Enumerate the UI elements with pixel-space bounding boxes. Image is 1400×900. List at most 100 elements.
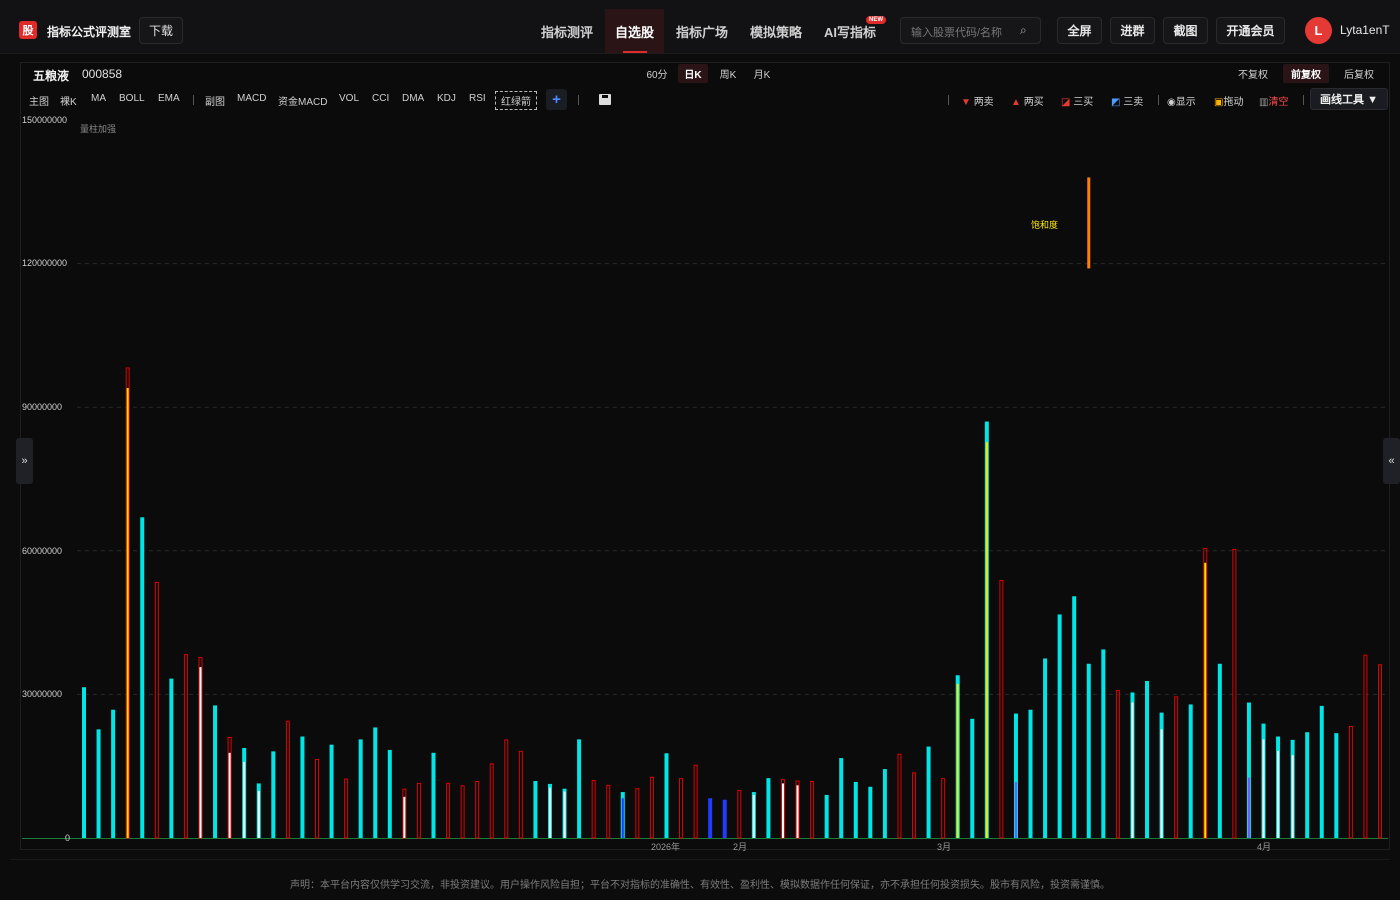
volume-bar (314, 758, 319, 839)
volume-bar-inner (781, 783, 784, 838)
volume-bar (475, 781, 480, 839)
volume-bar-inner (257, 791, 260, 838)
y-tick-label: 30000000 (22, 689, 63, 699)
volume-bar (154, 581, 159, 839)
volume-bar (533, 781, 538, 838)
volume-bar-inner (1131, 702, 1134, 838)
x-tick-label: 2月 (733, 842, 748, 852)
volume-bar (213, 705, 218, 838)
spike-bar (1087, 177, 1091, 269)
volume-bar (1378, 664, 1382, 839)
volume-bar (606, 784, 611, 839)
volume-bar (766, 778, 771, 838)
disclaimer: 声明：本平台内容仅供学习交流，非投资建议。用户操作风险自担；平台不对指标的准确性… (290, 880, 1110, 891)
y-tick-label: 150000000 (22, 115, 68, 125)
volume-bar (1363, 654, 1368, 839)
volume-bar (111, 709, 116, 838)
volume-bar-inner (243, 761, 246, 838)
volume-bar (1028, 709, 1033, 838)
volume-bar (329, 744, 334, 838)
volume-bar (518, 750, 523, 839)
volume-bar (649, 776, 654, 839)
volume-bar (271, 751, 276, 838)
volume-bar-inner (752, 794, 755, 838)
volume-bar (1319, 705, 1324, 838)
volume-bar (737, 790, 742, 839)
volume-bar (1217, 663, 1222, 838)
volume-bar (679, 778, 684, 839)
volume-bar (882, 769, 887, 838)
volume-bar (810, 781, 815, 839)
volume-bar (722, 799, 727, 838)
volume-bar (431, 752, 436, 838)
volume-bar (358, 739, 363, 838)
volume-bar (460, 785, 465, 839)
volume-bar (839, 758, 844, 838)
volume-bar-inner (1160, 729, 1163, 838)
volume-bar-inner (1291, 755, 1294, 838)
volume-bar-inner (403, 796, 406, 838)
volume-bar (970, 718, 975, 838)
volume-bar (664, 753, 669, 838)
volume-bar-inner (796, 785, 799, 838)
chart-annotation: 饱和度 (1031, 220, 1059, 230)
volume-bar (824, 794, 829, 838)
volume-bar (300, 736, 305, 838)
volume-bar (635, 788, 640, 839)
x-tick-label: 2026年 (651, 842, 681, 852)
x-tick-label: 4月 (1257, 842, 1272, 852)
chart-title: 量柱加强 (80, 124, 117, 134)
volume-bar (1232, 548, 1237, 839)
volume-bar-inner (199, 667, 202, 838)
volume-bar (489, 763, 494, 839)
volume-bar (183, 654, 188, 839)
volume-bar (1334, 733, 1339, 838)
volume-bar (1115, 690, 1120, 839)
volume-bar-inner (1014, 781, 1017, 838)
volume-bar (999, 579, 1004, 839)
volume-bar (853, 781, 858, 838)
volume-bar (591, 780, 596, 839)
volume-bar (693, 764, 698, 839)
volume-bar (1145, 680, 1150, 838)
volume-bar-inner (228, 752, 231, 838)
volume-bar (708, 798, 713, 838)
volume-bar-inner (1247, 777, 1250, 838)
volume-bar (1305, 732, 1310, 838)
y-tick-label: 90000000 (22, 402, 63, 412)
volume-bar (1086, 663, 1091, 838)
volume-bar (285, 720, 290, 839)
volume-bar (169, 678, 174, 838)
volume-bar (96, 729, 101, 838)
y-tick-label: 120000000 (22, 258, 68, 268)
volume-bar (387, 749, 392, 838)
x-tick-label: 3月 (937, 842, 952, 852)
volume-bar (446, 782, 451, 839)
volume-bar (1072, 596, 1077, 838)
volume-bar (344, 778, 349, 839)
footer-divider (10, 859, 1390, 860)
volume-bar (577, 739, 582, 838)
volume-chart (22, 177, 1388, 839)
volume-bar (140, 517, 145, 838)
volume-bar (897, 753, 902, 839)
volume-bar (1057, 614, 1062, 838)
volume-bar (1174, 696, 1179, 839)
volume-bar (926, 746, 931, 838)
volume-bar-inner (956, 683, 959, 838)
volume-bar-inner (563, 791, 566, 838)
volume-bar (82, 687, 86, 838)
volume-bar-inner (1204, 562, 1207, 838)
volume-bar-inner (1262, 739, 1265, 838)
volume-bar (1043, 658, 1048, 838)
volume-bar (1101, 649, 1106, 838)
volume-bar (416, 782, 421, 839)
volume-bar-inner (548, 787, 551, 838)
volume-bar-inner (621, 798, 624, 838)
y-tick-label: 60000000 (22, 546, 63, 556)
volume-bar-inner (985, 442, 988, 838)
volume-bar (912, 772, 917, 839)
volume-bar (504, 739, 509, 839)
volume-bar (1348, 725, 1353, 839)
volume-bar (1188, 704, 1193, 838)
